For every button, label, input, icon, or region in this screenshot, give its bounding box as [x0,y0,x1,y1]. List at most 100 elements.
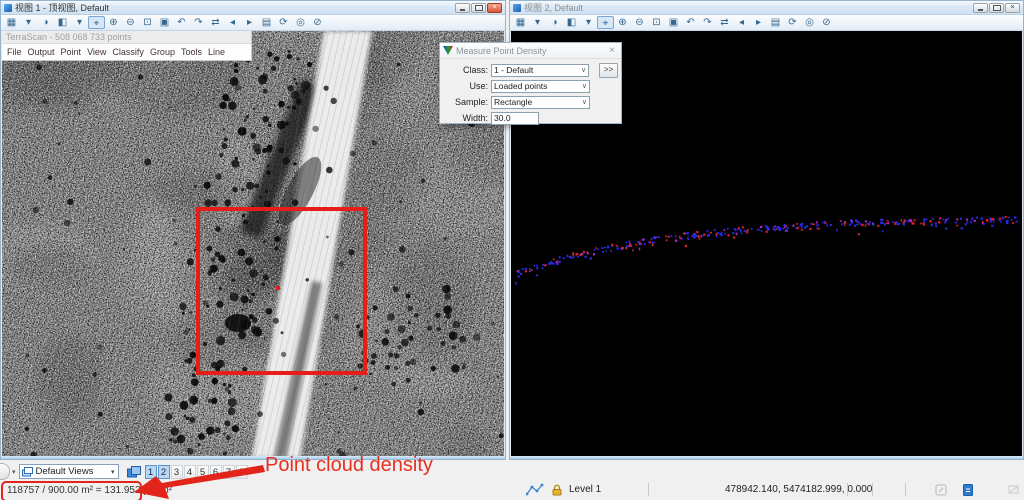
close-button[interactable]: × [1005,2,1020,13]
terrascan-logo-icon [443,46,453,55]
chevron-down-icon: ▾ [111,468,115,476]
copy-view-icon[interactable]: ▤ [767,16,784,29]
dialog-field-row: Width: 30.0 [440,111,618,125]
view-group-combobox[interactable]: Default Views ▾ [18,464,119,479]
window1-titlebar[interactable]: 视图 1 - 顶视图, Default × [1,1,505,15]
divider [847,483,848,496]
dialog-field-row: Sample: Rectangle ∨ [440,95,618,109]
annotation-highlight-ring [1,481,142,500]
width-input[interactable]: 30.0 [491,111,539,125]
rotate-right-icon[interactable]: ↷ [699,16,716,29]
measure-point-density-dialog: Measure Point Density × Class: 1 - Defaul… [439,42,622,125]
display-mode-dropdown-icon[interactable]: ▾ [529,16,546,29]
active-level-label[interactable]: Level 1 [569,479,601,500]
view2-toolbar: ▦ ▾ ◑ ◧ ▾ ⌖ ⊕ ⊖ ⊡ ▣ ↶ ↷ ⇄ ◂ ▸ ▤ ⟳ ◎ ⊘ [510,15,1023,31]
design-file-status-icon[interactable] [963,479,973,500]
window-area-icon[interactable]: ⊡ [648,16,665,29]
window2-title: 视图 2, Default [524,3,584,13]
view-previous-icon[interactable]: ◂ [733,16,750,29]
menu-group[interactable]: Group [150,47,175,57]
adjust-brightness-icon[interactable]: ◑ [37,16,54,29]
terrascan-panel-title: TerraScan - 508 068 733 points [2,31,251,44]
window1-title: 视图 1 - 顶视图, Default [15,3,110,13]
copy-view-icon[interactable]: ▤ [258,16,275,29]
clip-mask-icon[interactable]: ⊘ [818,16,835,29]
zoom-out-icon[interactable]: ⊖ [631,16,648,29]
dialog-titlebar[interactable]: Measure Point Density × [440,43,621,59]
view-group-value: Default Views [35,466,94,477]
selection-set-icon[interactable] [935,479,947,500]
view-previous-icon[interactable]: ◂ [224,16,241,29]
lock-icon[interactable] [552,479,562,500]
fit-view-icon[interactable]: ▣ [665,16,682,29]
display-mode-dropdown-icon[interactable]: ▾ [20,16,37,29]
maximize-button[interactable] [471,2,486,13]
update-view-icon[interactable]: ⟳ [784,16,801,29]
terrascan-panel: TerraScan - 508 068 733 points File Outpu… [2,31,252,61]
display-style-icon[interactable]: ◧ [563,16,580,29]
view-next-icon[interactable]: ▸ [750,16,767,29]
menu-classify[interactable]: Classify [112,47,144,57]
window2-titlebar[interactable]: 视图 2, Default × [510,1,1023,15]
top-view-viewport[interactable]: TerraScan - 508 068 733 points File Outpu… [2,31,504,456]
dialog-field-row: Use: Loaded points ∨ [440,79,618,93]
pan-view-icon[interactable]: ⇄ [207,16,224,29]
fence-mode-icon[interactable] [1008,479,1019,500]
chevron-down-icon[interactable]: ▾ [12,468,16,476]
class-select[interactable]: 1 - Default ∨ [491,63,590,77]
dialog-close-icon[interactable]: × [606,45,618,56]
menu-file[interactable]: File [7,47,22,57]
view-next-icon[interactable]: ▸ [241,16,258,29]
expand-button[interactable]: >> [599,62,618,78]
clip-volume-icon[interactable]: ◎ [292,16,309,29]
view-window-1: 视图 1 - 顶视图, Default × ▦ ▾ ◑ ◧ ▾ ⌖ ⊕ ⊖ ⊡ ▣ ↶ ↷ ⇄ ◂ ▸ ▤ ⟳ ◎… [0,0,506,460]
use-select[interactable]: Loaded points ∨ [491,79,590,93]
annotation-label: Point cloud density [265,454,433,476]
rotate-left-icon[interactable]: ↶ [682,16,699,29]
window-area-icon[interactable]: ⊡ [139,16,156,29]
rotate-left-icon[interactable]: ↶ [173,16,190,29]
chevron-down-icon: ∨ [581,99,587,106]
use-value: Loaded points [494,81,548,91]
zoom-in-icon[interactable]: ⊕ [614,16,631,29]
minimize-button[interactable] [973,2,988,13]
sample-value: Rectangle [494,97,533,107]
close-button[interactable]: × [487,2,502,13]
annotation-arrow [134,465,265,499]
clip-volume-icon[interactable]: ◎ [801,16,818,29]
chevron-down-icon: ∨ [581,83,587,90]
rotate-right-icon[interactable]: ↷ [190,16,207,29]
maximize-button[interactable] [989,2,1004,13]
view-display-mode-icon[interactable]: ▦ [512,16,529,29]
menu-line[interactable]: Line [208,47,225,57]
terrascan-menubar: File Output Point View Classify Group Tools Lin… [2,44,251,60]
clip-mask-icon[interactable]: ⊘ [309,16,326,29]
zoom-out-icon[interactable]: ⊖ [122,16,139,29]
fit-view-icon[interactable]: ▣ [156,16,173,29]
display-style-icon[interactable]: ◧ [54,16,71,29]
pan-view-icon[interactable]: ⇄ [716,16,733,29]
snap-mode-icon[interactable] [526,479,544,500]
element-selection-icon[interactable]: ⌖ [597,16,614,29]
menu-view[interactable]: View [87,47,106,57]
menu-point[interactable]: Point [61,47,82,57]
field-label: Sample: [454,97,488,107]
display-style-dropdown-icon[interactable]: ▾ [580,16,597,29]
chevron-down-icon: ∨ [581,67,587,74]
docked-handle[interactable] [0,463,10,480]
sample-select[interactable]: Rectangle ∨ [491,95,590,109]
menu-output[interactable]: Output [28,47,55,57]
update-view-icon[interactable]: ⟳ [275,16,292,29]
field-label: Width: [462,113,488,123]
menu-tools[interactable]: Tools [181,47,202,57]
minimize-button[interactable] [455,2,470,13]
view-display-mode-icon[interactable]: ▦ [3,16,20,29]
zoom-in-icon[interactable]: ⊕ [105,16,122,29]
divider [905,483,906,496]
dialog-body: Class: 1 - Default ∨ >> Use: Loaded points ∨ Sa… [440,59,621,125]
coordinates-readout: 478942.140, 5474182.999, 0.000 [725,484,873,495]
display-style-dropdown-icon[interactable]: ▾ [71,16,88,29]
adjust-brightness-icon[interactable]: ◑ [546,16,563,29]
divider [648,483,649,496]
element-selection-icon[interactable]: ⌖ [88,16,105,29]
